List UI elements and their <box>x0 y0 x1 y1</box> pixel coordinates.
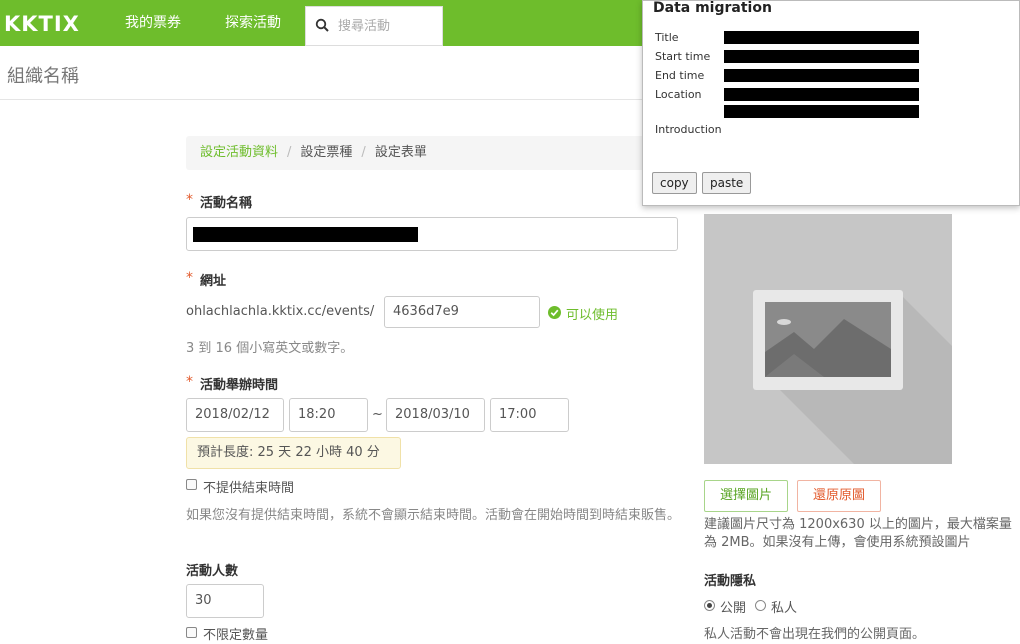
kktix-logo[interactable]: KKTIX <box>4 12 90 36</box>
image-help-text: 建議圖片尺寸為 1200x630 以上的圖片，最大檔案量為 2MB。如果沒有上傳… <box>704 517 1012 550</box>
breadcrumb-step-2[interactable]: 設定票種 <box>300 145 352 160</box>
privacy-private-radio[interactable] <box>755 600 766 611</box>
popup-end-time-label: End time <box>655 69 705 82</box>
paste-button[interactable]: paste <box>702 172 752 194</box>
privacy-public-label: 公開 <box>720 601 747 616</box>
popup-start-time-label: Start time <box>655 50 711 63</box>
image-placeholder-icon <box>704 214 952 464</box>
nav-my-tickets[interactable]: 我的票券 <box>125 0 181 46</box>
url-prefix: ohlachlachla.kktix.cc/events/ <box>186 304 375 319</box>
privacy-private-label: 私人 <box>771 601 798 616</box>
required-mark: * <box>186 270 193 286</box>
duration-badge: 預計長度: 25 天 22 小時 40 分 <box>186 437 401 469</box>
popup-introduction-label: Introduction <box>655 123 722 136</box>
breadcrumb: 設定活動資料 / 設定票種 / 設定表單 <box>186 136 656 170</box>
event-name-label: 活動名稱 <box>200 196 253 211</box>
privacy-help-text: 私人活動不會出現在我們的公開頁面。 <box>704 627 926 642</box>
range-separator: ~ <box>372 407 383 422</box>
redacted-event-name <box>193 227 418 242</box>
redacted-location-value-2 <box>724 105 919 118</box>
unlimited-label: 不限定數量 <box>203 628 269 643</box>
breadcrumb-step-1[interactable]: 設定活動資料 <box>200 145 278 160</box>
attendees-label: 活動人數 <box>186 564 239 579</box>
url-help-text: 3 到 16 個小寫英文或數字。 <box>186 341 354 356</box>
redacted-location-value <box>724 88 919 101</box>
no-end-time-label: 不提供結束時間 <box>203 481 295 496</box>
popup-title-label: Title <box>655 31 679 44</box>
privacy-label: 活動隱私 <box>704 574 757 589</box>
data-migration-popup: Data migration Title Start time End time… <box>642 0 1020 206</box>
search-input[interactable] <box>336 15 436 37</box>
copy-button[interactable]: copy <box>652 172 697 194</box>
event-image-preview <box>704 214 952 464</box>
url-label: 網址 <box>200 274 227 289</box>
breadcrumb-separator: / <box>361 145 366 160</box>
search-icon <box>315 18 329 32</box>
url-available-text: 可以使用 <box>566 308 619 323</box>
restore-image-button[interactable]: 還原原圖 <box>797 480 881 512</box>
attendees-input[interactable]: 30 <box>186 584 264 618</box>
event-time-label: 活動舉辦時間 <box>200 378 279 393</box>
url-slug-input[interactable]: 4636d7e9 <box>384 296 540 328</box>
nav-explore[interactable]: 探索活動 <box>225 0 281 46</box>
check-circle-icon <box>548 306 561 319</box>
start-date-input[interactable]: 2018/02/12 <box>186 398 284 432</box>
end-time-input[interactable]: 17:00 <box>490 398 569 432</box>
search-box[interactable] <box>305 6 443 46</box>
required-mark: * <box>186 374 193 390</box>
required-mark: * <box>186 192 193 208</box>
end-date-input[interactable]: 2018/03/10 <box>386 398 485 432</box>
choose-image-button[interactable]: 選擇圖片 <box>704 480 788 512</box>
no-end-time-help: 如果您沒有提供結束時間，系統不會顯示結束時間。活動會在開始時間到時結束販售。 <box>186 508 681 523</box>
privacy-public-radio[interactable] <box>704 600 715 611</box>
redacted-end-time-value <box>724 69 919 82</box>
popup-title: Data migration <box>653 0 772 16</box>
logo-text: KKTIX <box>4 12 80 36</box>
org-name: 組織名稱 <box>7 66 79 87</box>
redacted-start-time-value <box>724 50 919 63</box>
redacted-title-value <box>724 31 919 44</box>
unlimited-checkbox[interactable] <box>186 627 197 638</box>
start-time-input[interactable]: 18:20 <box>289 398 368 432</box>
no-end-time-checkbox[interactable] <box>186 479 197 490</box>
breadcrumb-step-3[interactable]: 設定表單 <box>375 145 427 160</box>
breadcrumb-separator: / <box>287 145 292 160</box>
popup-location-label: Location <box>655 88 702 101</box>
event-name-input[interactable] <box>186 217 678 251</box>
